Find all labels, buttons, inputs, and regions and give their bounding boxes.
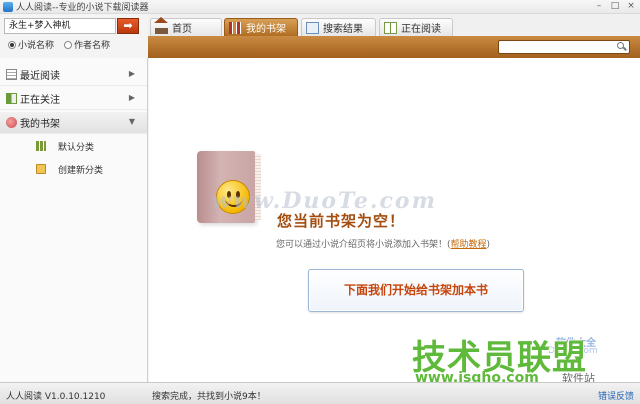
- shelf-icon: [6, 117, 17, 128]
- magnifier-icon[interactable]: [617, 42, 627, 52]
- sidebar-item-label: 正在关注: [20, 95, 60, 106]
- sidebar-item-label: 最近阅读: [20, 71, 60, 82]
- tab-label: 我的书架: [246, 24, 286, 35]
- chevron-right-icon: ▶: [128, 93, 135, 102]
- toolbar: [148, 36, 640, 58]
- search-results-icon: [306, 21, 319, 34]
- tab-home[interactable]: 首页: [150, 16, 222, 36]
- add-book-button[interactable]: 下面我们开始给书架加本书: [308, 269, 524, 312]
- bookshelf-icon: [229, 21, 242, 34]
- radio-label: 作者名称: [74, 41, 111, 51]
- status-bar: 人人阅读 V1.0.10.1210 搜索完成，共找到小说9本！ 错误反馈: [0, 382, 640, 404]
- sidebar-item-my-bookshelf[interactable]: 我的书架 ▼: [0, 112, 147, 134]
- status-message: 搜索完成，共找到小说9本！: [152, 392, 266, 402]
- sidebar-subitem-label: 创建新分类: [58, 165, 104, 176]
- sidebar-item-following[interactable]: 正在关注 ▶: [0, 88, 147, 110]
- maximize-button[interactable]: □: [610, 1, 620, 12]
- sidebar-item-label: 我的书架: [20, 119, 60, 130]
- sidebar-subitem-label: 默认分类: [58, 142, 95, 153]
- arrow-right-icon: ➡: [123, 19, 133, 32]
- chevron-right-icon: ▶: [128, 69, 135, 78]
- radio-novel-name[interactable]: 小说名称: [8, 38, 54, 51]
- search-go-button[interactable]: ➡: [117, 18, 139, 34]
- tab-my-bookshelf[interactable]: 我的书架: [224, 18, 298, 36]
- minimize-button[interactable]: –: [594, 1, 604, 12]
- empty-shelf-description: 您可以通过小说介绍页将小说添加入书架！(帮助教程): [276, 240, 491, 250]
- radio-author-name[interactable]: 作者名称: [64, 38, 110, 51]
- version-label: 人人阅读 V1.0.10.1210: [6, 392, 106, 402]
- tab-label: 首页: [172, 24, 192, 35]
- default-category-icon: [36, 141, 46, 151]
- recent-icon: [6, 69, 17, 80]
- radio-unselected-icon: [64, 40, 73, 49]
- tab-bar: 首页 我的书架 搜索结果 正在阅读: [148, 14, 640, 36]
- tab-label: 正在阅读: [401, 24, 441, 35]
- error-feedback-link[interactable]: 错误反馈: [598, 389, 634, 402]
- radio-selected-icon: [8, 40, 16, 49]
- tab-now-reading[interactable]: 正在阅读: [379, 18, 453, 36]
- title-bar: 人人阅读--专业的小说下载阅读器 – □ ×: [0, 0, 640, 14]
- search-type-radios: 小说名称 作者名称: [8, 38, 110, 51]
- sidebar: 最近阅读 ▶ 正在关注 ▶ 我的书架 ▼ 默认分类 创建新分类: [0, 58, 148, 382]
- sidebar-item-recent[interactable]: 最近阅读 ▶: [0, 64, 147, 86]
- sidebar-subitem-default-category[interactable]: 默认分类: [0, 136, 147, 156]
- reading-icon: [384, 21, 397, 34]
- home-icon: [154, 16, 168, 34]
- novel-search-input[interactable]: 永生+梦入神机: [4, 18, 116, 34]
- close-button[interactable]: ×: [626, 1, 636, 12]
- shelf-search-input[interactable]: [498, 40, 630, 54]
- radio-label: 小说名称: [18, 41, 55, 51]
- new-category-icon: [36, 164, 46, 174]
- sidebar-subitem-new-category[interactable]: 创建新分类: [0, 159, 147, 179]
- help-tutorial-link[interactable]: 帮助教程: [451, 240, 487, 250]
- window-title: 人人阅读--专业的小说下载阅读器: [16, 3, 149, 13]
- window-controls: – □ ×: [594, 1, 636, 12]
- follow-icon: [6, 93, 17, 104]
- watermark-duote: www.DuoTe.com: [212, 188, 437, 214]
- app-logo-icon: [3, 1, 13, 12]
- tab-label: 搜索结果: [323, 24, 363, 35]
- chevron-down-icon: ▼: [128, 117, 135, 126]
- tab-search-results[interactable]: 搜索结果: [301, 18, 376, 36]
- search-panel: 永生+梦入神机 ➡ 小说名称 作者名称: [0, 14, 148, 58]
- description-text: 您可以通过小说介绍页将小说添加入书架！: [276, 240, 448, 250]
